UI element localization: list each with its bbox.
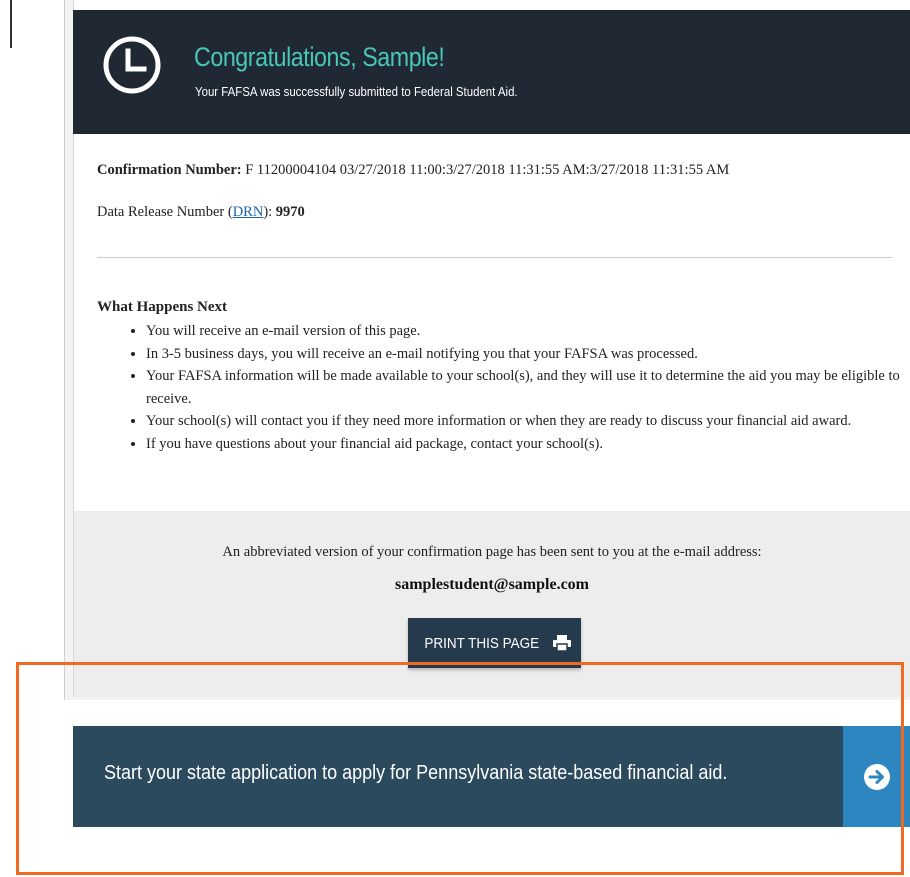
list-item: If you have questions about your financi… bbox=[146, 433, 910, 456]
confirmation-value: F 11200004104 03/27/2018 11:00:3/27/2018… bbox=[241, 162, 730, 178]
banner-title: Congratulations, Sample! bbox=[194, 42, 445, 72]
confirmation-label: Confirmation Number: bbox=[97, 162, 242, 178]
arrow-right-circle-icon bbox=[863, 763, 890, 790]
state-application-banner[interactable]: Start your state application to apply fo… bbox=[73, 726, 910, 827]
section-divider bbox=[97, 257, 892, 258]
confirmation-number: Confirmation Number: F 11200004104 03/27… bbox=[97, 162, 729, 179]
list-item: Your school(s) will contact you if they … bbox=[146, 410, 910, 433]
list-item: Your FAFSA information will be made avai… bbox=[146, 365, 910, 410]
drn-link[interactable]: DRN bbox=[233, 204, 264, 220]
print-button-label: PRINT THIS PAGE bbox=[424, 634, 539, 652]
list-item: You will receive an e-mail version of th… bbox=[146, 320, 910, 343]
drn-prefix: Data Release Number ( bbox=[97, 204, 233, 220]
banner-subtitle: Your FAFSA was successfully submitted to… bbox=[195, 84, 518, 99]
next-steps-list: You will receive an e-mail version of th… bbox=[115, 320, 910, 455]
data-release-number: Data Release Number (DRN): 9970 bbox=[97, 204, 305, 221]
email-address: samplestudent@sample.com bbox=[395, 576, 589, 593]
what-happens-next-heading: What Happens Next bbox=[97, 299, 228, 315]
state-application-arrow-button[interactable] bbox=[843, 726, 910, 827]
state-application-text[interactable]: Start your state application to apply fo… bbox=[104, 762, 727, 785]
email-notice-box: An abbreviated version of your confirmat… bbox=[74, 511, 910, 697]
print-page-button[interactable]: PRINT THIS PAGE bbox=[408, 618, 581, 668]
clock-icon bbox=[103, 36, 161, 94]
email-notice-message: An abbreviated version of your confirmat… bbox=[222, 544, 762, 560]
list-item: In 3-5 business days, you will receive a… bbox=[146, 343, 910, 366]
drn-value: 9970 bbox=[275, 204, 305, 220]
drn-suffix: ): bbox=[263, 204, 276, 220]
congratulations-banner: Congratulations, Sample! Your FAFSA was … bbox=[73, 10, 910, 134]
printer-icon bbox=[553, 635, 572, 651]
left-border-fragment bbox=[0, 0, 12, 48]
